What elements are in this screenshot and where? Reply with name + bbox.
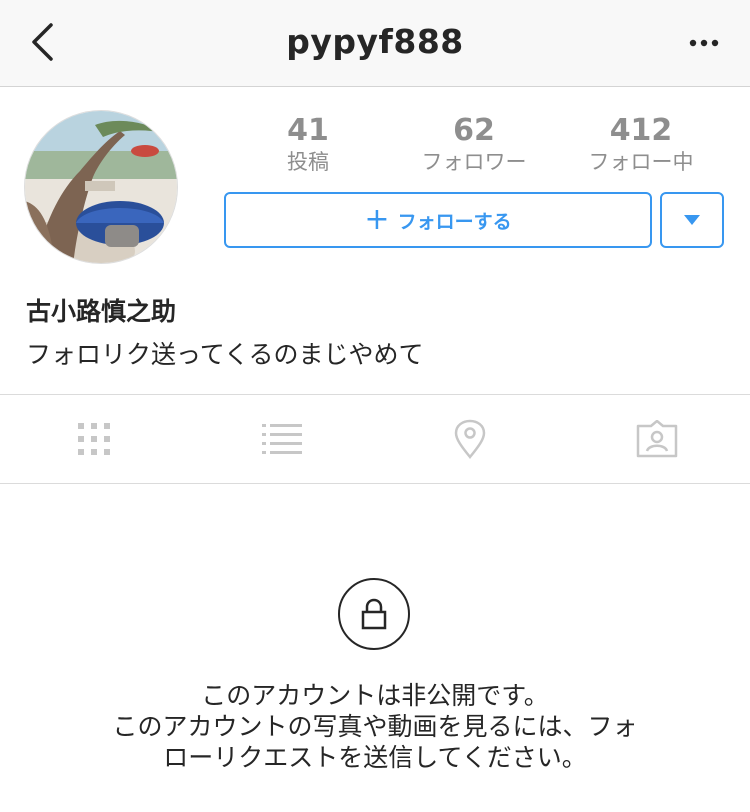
follow-button-label: フォローする xyxy=(397,210,512,233)
profile-full-name: 古小路慎之助 xyxy=(26,297,177,326)
location-pin-icon xyxy=(454,419,486,459)
follow-button[interactable]: + フォローする xyxy=(224,192,652,248)
tab-grid[interactable] xyxy=(44,395,144,483)
following-stat[interactable]: 412 フォロー中 xyxy=(571,112,711,174)
suggestions-toggle-button[interactable] xyxy=(660,192,724,248)
lock-badge xyxy=(338,578,410,650)
profile-avatar[interactable] xyxy=(24,110,178,264)
posts-count: 41 xyxy=(287,113,329,148)
lock-icon xyxy=(361,598,387,630)
profile-bio: フォロリク送ってくるのまじやめて xyxy=(26,340,424,369)
followers-count: 62 xyxy=(453,113,495,148)
tagged-person-icon xyxy=(636,420,678,458)
following-count: 412 xyxy=(609,113,673,148)
more-options-button[interactable] xyxy=(684,28,724,58)
plus-icon: + xyxy=(364,202,390,237)
avatar-photo xyxy=(25,111,177,263)
profile-username-title: pypyf888 xyxy=(286,22,464,61)
private-account-title: このアカウントは非公開です。 xyxy=(201,681,549,710)
grid-icon xyxy=(78,423,110,455)
tab-tagged[interactable] xyxy=(607,395,707,483)
list-icon xyxy=(262,424,302,454)
following-label: フォロー中 xyxy=(588,150,694,174)
tab-list[interactable] xyxy=(232,395,332,483)
private-account-message-line1: このアカウントの写真や動画を見るには、フォ xyxy=(112,712,638,741)
tab-location[interactable] xyxy=(420,395,520,483)
ellipsis-icon xyxy=(689,39,719,47)
followers-label: フォロワー xyxy=(421,150,527,174)
profile-tab-bar xyxy=(0,394,750,484)
triangle-down-icon xyxy=(684,215,700,225)
posts-stat: 41 投稿 xyxy=(238,112,378,174)
posts-label: 投稿 xyxy=(287,150,329,174)
navigation-bar: pypyf888 xyxy=(0,0,750,87)
followers-stat[interactable]: 62 フォロワー xyxy=(404,112,544,174)
private-account-message-line2: ローリクエストを送信してください。 xyxy=(163,743,587,772)
